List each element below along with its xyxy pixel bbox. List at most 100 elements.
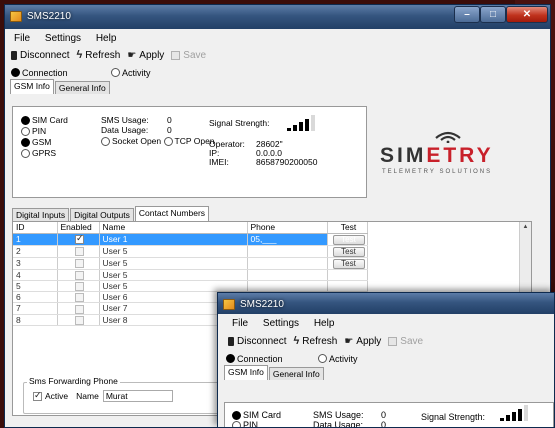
disconnect-icon <box>11 50 17 60</box>
close-button[interactable]: ✕ <box>506 6 548 23</box>
data-usage-value: 0 <box>167 125 172 135</box>
row-enabled[interactable] <box>57 245 100 258</box>
row-test[interactable]: Test <box>327 257 368 270</box>
tab-digital-outputs[interactable]: Digital Outputs <box>70 208 134 221</box>
row-enabled[interactable] <box>57 280 100 293</box>
activity-radio[interactable]: Activity <box>111 66 151 79</box>
secondary-disconnect-button[interactable]: Disconnect <box>228 336 286 347</box>
row-name[interactable]: User 5 <box>99 269 248 281</box>
signal-bar <box>305 119 309 131</box>
table-row[interactable]: 4 User 5 <box>13 269 368 281</box>
test-button[interactable]: Test <box>332 258 365 269</box>
row-enabled[interactable] <box>57 233 100 246</box>
row-enabled[interactable] <box>57 291 100 304</box>
row-id[interactable]: 6 <box>13 291 58 304</box>
col-phone[interactable]: Phone <box>247 222 328 234</box>
secondary-save-button[interactable]: Save <box>388 336 423 347</box>
secondary-sim-card-indicator: SIM Card <box>232 410 281 420</box>
usage-info: SMS Usage: 0 Data Usage: 0 Socket Open TCP… <box>101 115 215 148</box>
refresh-icon: ϟ <box>293 335 300 347</box>
menu-settings[interactable]: Settings <box>45 33 81 44</box>
row-name[interactable]: User 5 <box>99 257 248 270</box>
secondary-tab-gsm-info[interactable]: GSM Info <box>224 365 268 380</box>
enabled-checkbox[interactable] <box>75 259 84 269</box>
maximize-button[interactable]: □ <box>480 6 506 23</box>
secondary-window-title: SMS2210 <box>240 299 284 310</box>
secondary-tab-general-info[interactable]: General Info <box>268 367 324 380</box>
row-test[interactable] <box>327 280 368 293</box>
enabled-checkbox[interactable] <box>75 282 84 291</box>
menu-help[interactable]: Help <box>96 33 117 44</box>
gsm-indicator: GSM <box>21 137 68 147</box>
row-id[interactable]: 1 <box>13 233 58 246</box>
row-name[interactable]: User 5 <box>99 245 248 258</box>
enabled-checkbox[interactable] <box>75 247 84 257</box>
secondary-mode-selector: Connection Activity <box>218 349 554 365</box>
apply-button[interactable]: ☛ Apply <box>127 50 164 61</box>
connection-radio[interactable]: Connection <box>11 66 111 79</box>
secondary-connection-radio[interactable]: Connection <box>226 352 318 365</box>
row-enabled[interactable] <box>57 269 100 281</box>
secondary-activity-radio[interactable]: Activity <box>318 352 358 365</box>
secondary-toolbar: Disconnect ϟ Refresh ☛ Apply Save <box>218 331 554 349</box>
secondary-menu-file[interactable]: File <box>232 318 248 329</box>
row-id[interactable]: 7 <box>13 302 58 315</box>
sms-forwarding-group: Sms Forwarding Phone Active Name Murat <box>23 376 223 414</box>
test-button[interactable]: Test <box>332 246 365 257</box>
row-test[interactable]: Test <box>327 245 368 258</box>
row-name[interactable]: User 5 <box>99 280 248 293</box>
row-id[interactable]: 4 <box>13 269 58 281</box>
table-row[interactable]: 2 User 5 Test <box>13 245 368 258</box>
gsm-info-panel: SIM Card PIN GSM GPRS SMS Usage: 0 Data U… <box>12 106 367 198</box>
refresh-button[interactable]: ϟ Refresh <box>76 49 120 61</box>
title-bar[interactable]: SMS2210 – □ ✕ <box>5 5 550 29</box>
tab-general-info[interactable]: General Info <box>54 81 110 94</box>
tab-contact-numbers[interactable]: Contact Numbers <box>134 206 210 221</box>
secondary-title-bar[interactable]: SMS2210 <box>218 293 554 314</box>
signal-bar <box>524 405 528 421</box>
secondary-refresh-button[interactable]: ϟ Refresh <box>293 335 337 347</box>
row-name[interactable]: User 1 <box>99 233 248 246</box>
row-phone[interactable]: 05,___ <box>247 233 328 246</box>
table-row[interactable]: 1 User 105,___ Test <box>13 233 368 246</box>
disconnect-button[interactable]: Disconnect <box>11 50 69 61</box>
enabled-checkbox[interactable] <box>75 304 84 314</box>
row-phone[interactable] <box>247 280 328 293</box>
test-button[interactable]: Test <box>332 234 365 245</box>
row-id[interactable]: 8 <box>13 314 58 326</box>
table-row[interactable]: 3 User 5 Test <box>13 257 368 270</box>
secondary-menu-settings[interactable]: Settings <box>263 318 299 329</box>
secondary-apply-button[interactable]: ☛ Apply <box>344 336 381 347</box>
active-checkbox[interactable] <box>33 390 42 401</box>
enabled-checkbox[interactable] <box>75 233 84 245</box>
enabled-checkbox[interactable] <box>75 270 84 280</box>
row-id[interactable]: 2 <box>13 245 58 258</box>
row-enabled[interactable] <box>57 314 100 326</box>
sim-card-indicator: SIM Card <box>21 115 68 125</box>
row-id[interactable]: 5 <box>13 280 58 293</box>
toolbar: Disconnect ϟ Refresh ☛ Apply Save <box>5 45 550 63</box>
scroll-up-icon[interactable]: ▲ <box>520 224 531 230</box>
row-enabled[interactable] <box>57 302 100 315</box>
row-test[interactable] <box>327 269 368 281</box>
row-enabled[interactable] <box>57 257 100 270</box>
tab-gsm-info[interactable]: GSM Info <box>10 79 54 94</box>
minimize-button[interactable]: – <box>454 6 480 23</box>
secondary-menu-help[interactable]: Help <box>314 318 335 329</box>
enabled-checkbox[interactable] <box>75 315 84 325</box>
row-phone[interactable] <box>247 269 328 281</box>
table-row[interactable]: 5 User 5 <box>13 280 368 293</box>
col-test[interactable]: Test <box>327 222 368 234</box>
row-id[interactable]: 3 <box>13 257 58 270</box>
menu-file[interactable]: File <box>14 33 30 44</box>
col-enabled[interactable]: Enabled <box>57 222 100 234</box>
forward-name-input[interactable]: Murat <box>102 390 173 402</box>
col-id[interactable]: ID <box>13 222 58 234</box>
row-test[interactable]: Test <box>327 233 368 246</box>
tab-digital-inputs[interactable]: Digital Inputs <box>12 208 70 221</box>
row-phone[interactable] <box>247 257 328 270</box>
col-name[interactable]: Name <box>99 222 248 234</box>
enabled-checkbox[interactable] <box>75 293 84 303</box>
row-phone[interactable] <box>247 245 328 258</box>
save-button[interactable]: Save <box>171 50 206 61</box>
